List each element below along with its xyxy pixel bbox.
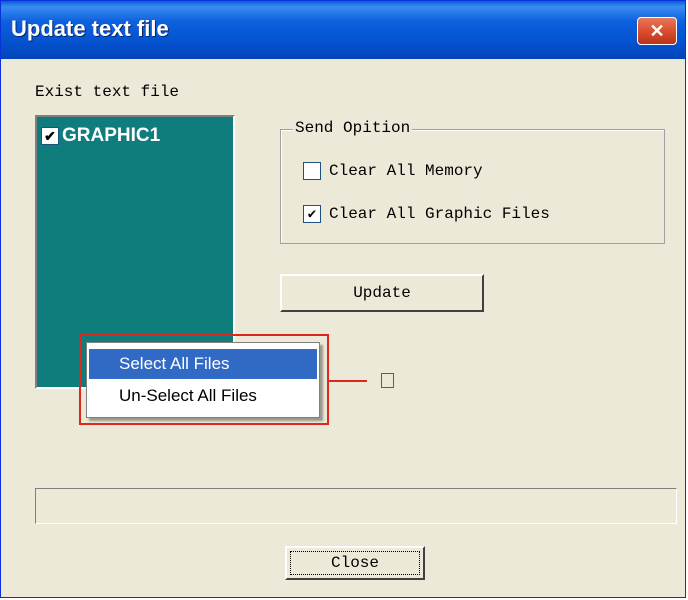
close-button[interactable]: Close (285, 546, 425, 580)
window-title: Update text file (11, 16, 169, 41)
send-option-group: Send Opition Clear All Memory ✔ Clear Al… (280, 119, 665, 244)
clear-all-graphic-files-checkbox[interactable]: ✔ (303, 205, 321, 223)
send-option-title: Send Opition (293, 119, 413, 137)
annotation-callout-marker (381, 373, 394, 388)
clear-all-memory-label: Clear All Memory (329, 162, 483, 180)
clear-all-memory-checkbox[interactable] (303, 162, 321, 180)
clear-all-memory-option[interactable]: Clear All Memory (303, 162, 483, 180)
check-icon: ✔ (307, 206, 317, 223)
update-button[interactable]: Update (280, 274, 484, 312)
annotation-highlight-box (79, 334, 329, 425)
progress-bar (35, 488, 677, 524)
clear-all-graphic-files-option[interactable]: ✔ Clear All Graphic Files (303, 205, 550, 223)
annotation-callout-line (329, 380, 367, 382)
exist-text-file-label: Exist text file (35, 83, 180, 101)
update-text-file-dialog: Update text file ✕ Exist text file ✔ GRA… (0, 0, 686, 598)
close-icon: ✕ (649, 20, 665, 41)
clear-all-graphic-files-label: Clear All Graphic Files (329, 205, 550, 223)
file-checkbox[interactable]: ✔ (41, 127, 59, 145)
title-bar[interactable]: Update text file ✕ (1, 1, 685, 59)
check-icon: ✔ (44, 127, 56, 144)
list-item[interactable]: ✔ GRAPHIC1 (41, 125, 160, 147)
file-name: GRAPHIC1 (62, 125, 161, 146)
close-window-button[interactable]: ✕ (637, 17, 677, 45)
